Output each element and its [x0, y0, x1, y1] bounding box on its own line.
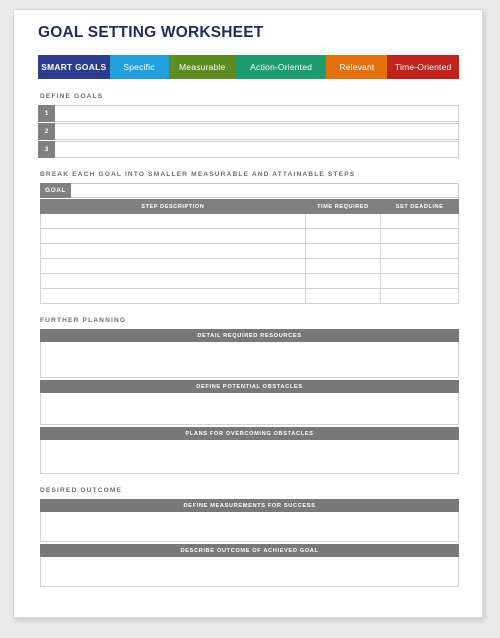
define-goals-list: 1 2 3: [38, 105, 459, 158]
smart-tab-bar: SMART GOALS Specific Measurable Action-O…: [38, 55, 459, 79]
tab-time-oriented[interactable]: Time-Oriented: [387, 55, 459, 79]
tab-action-oriented[interactable]: Action-Oriented: [235, 55, 327, 79]
goal-tag-label: GOAL: [40, 183, 71, 198]
table-row: [40, 273, 459, 289]
resources-textarea[interactable]: [40, 342, 459, 378]
block-describe-outcome-of-achieved-goal: DESCRIBE OUTCOME OF ACHIEVED GOAL: [40, 544, 459, 587]
block-define-potential-obstacles: DEFINE POTENTIAL OBSTACLES: [40, 380, 459, 425]
tab-smart-goals[interactable]: SMART GOALS: [38, 55, 110, 79]
goal-row: 2: [38, 123, 459, 140]
outcome-textarea[interactable]: [40, 557, 459, 587]
cell-set-deadline[interactable]: [380, 273, 459, 289]
tab-label: Action-Oriented: [250, 62, 313, 72]
cell-time-required[interactable]: [304, 228, 382, 244]
goal-input[interactable]: [55, 105, 459, 122]
worksheet-page: GOAL SETTING WORKSHEET SMART GOALS Speci…: [13, 9, 483, 618]
block-detail-required-resources: DETAIL REQUIRED RESOURCES: [40, 329, 459, 378]
cell-set-deadline[interactable]: [380, 288, 459, 304]
table-row: [40, 213, 459, 229]
banner-label: DETAIL REQUIRED RESOURCES: [40, 329, 459, 342]
steps-table-header-row: STEP DESCRIPTION TIME REQUIRED SET DEADL…: [40, 199, 459, 214]
tab-label: Measurable: [178, 62, 226, 72]
table-row: [40, 228, 459, 244]
banner-label: DEFINE POTENTIAL OBSTACLES: [40, 380, 459, 393]
goal-number: 1: [38, 105, 55, 122]
banner-label: PLANS FOR OVERCOMING OBSTACLES: [40, 427, 459, 440]
cell-time-required[interactable]: [304, 288, 382, 304]
goal-row: 3: [38, 141, 459, 158]
table-row: [40, 288, 459, 304]
goal-header-row: GOAL: [40, 183, 459, 198]
tab-label: Specific: [123, 62, 155, 72]
goal-input[interactable]: [55, 141, 459, 158]
cell-step-description[interactable]: [40, 288, 306, 304]
block-define-measurements-for-success: DEFINE MEASUREMENTS FOR SUCCESS: [40, 499, 459, 542]
cell-step-description[interactable]: [40, 228, 306, 244]
cell-set-deadline[interactable]: [380, 258, 459, 274]
table-row: [40, 243, 459, 259]
cell-time-required[interactable]: [304, 243, 382, 259]
cell-step-description[interactable]: [40, 273, 306, 289]
cell-step-description[interactable]: [40, 258, 306, 274]
tab-label: SMART GOALS: [41, 62, 107, 72]
column-header-time-required: TIME REQUIRED: [304, 199, 382, 214]
tab-label: Relevant: [339, 62, 375, 72]
column-header-set-deadline: SET DEADLINE: [380, 199, 459, 214]
cell-set-deadline[interactable]: [380, 243, 459, 259]
goal-name-input[interactable]: [71, 183, 459, 198]
goal-number: 3: [38, 141, 55, 158]
cell-time-required[interactable]: [304, 213, 382, 229]
section-label-desired-outcome: DESIRED OUTCOME: [40, 487, 123, 494]
goal-input[interactable]: [55, 123, 459, 140]
table-row: [40, 258, 459, 274]
tab-relevant[interactable]: Relevant: [326, 55, 388, 79]
section-label-break-goals: BREAK EACH GOAL INTO SMALLER MEASURABLE …: [40, 171, 356, 178]
goal-number: 2: [38, 123, 55, 140]
measurements-textarea[interactable]: [40, 512, 459, 542]
section-label-define-goals: DEFINE GOALS: [40, 93, 104, 100]
page-title: GOAL SETTING WORKSHEET: [38, 24, 264, 41]
banner-label: DESCRIBE OUTCOME OF ACHIEVED GOAL: [40, 544, 459, 557]
steps-table: STEP DESCRIPTION TIME REQUIRED SET DEADL…: [40, 199, 459, 304]
plans-textarea[interactable]: [40, 440, 459, 474]
cell-step-description[interactable]: [40, 243, 306, 259]
cell-step-description[interactable]: [40, 213, 306, 229]
cell-set-deadline[interactable]: [380, 228, 459, 244]
tab-label: Time-Oriented: [394, 62, 452, 72]
obstacles-textarea[interactable]: [40, 393, 459, 425]
section-label-further-planning: FURTHER PLANNING: [40, 317, 127, 324]
column-header-step-description: STEP DESCRIPTION: [40, 199, 306, 214]
cell-set-deadline[interactable]: [380, 213, 459, 229]
tab-measurable[interactable]: Measurable: [168, 55, 236, 79]
tab-specific[interactable]: Specific: [109, 55, 169, 79]
block-plans-for-overcoming-obstacles: PLANS FOR OVERCOMING OBSTACLES: [40, 427, 459, 474]
goal-row: 1: [38, 105, 459, 122]
banner-label: DEFINE MEASUREMENTS FOR SUCCESS: [40, 499, 459, 512]
cell-time-required[interactable]: [304, 258, 382, 274]
cell-time-required[interactable]: [304, 273, 382, 289]
